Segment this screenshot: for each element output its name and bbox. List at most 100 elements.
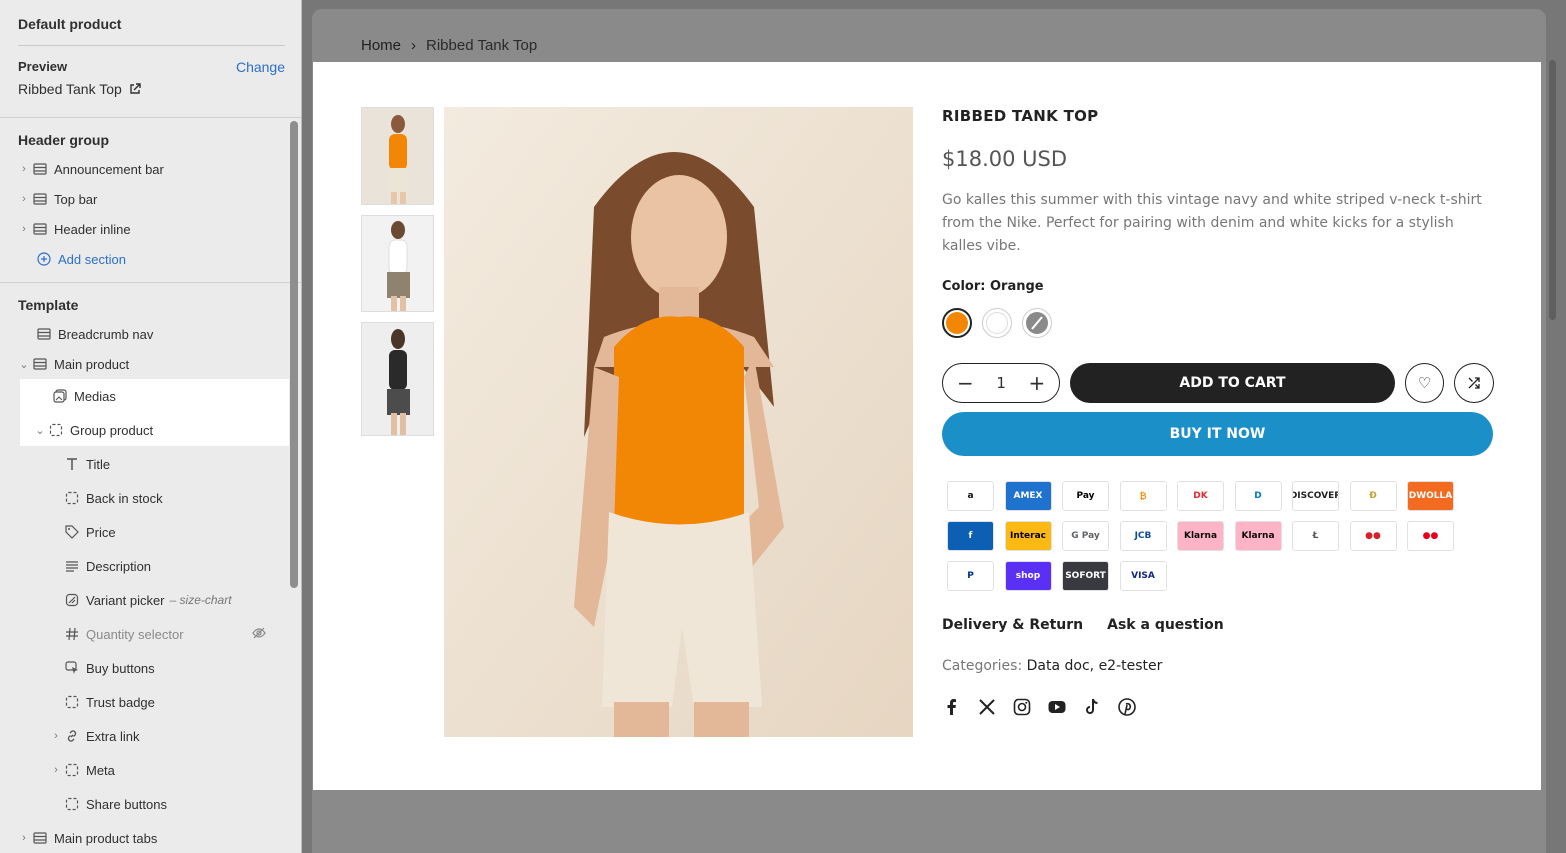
wishlist-button[interactable]: ♡ — [1404, 363, 1445, 403]
paragraph-icon — [64, 559, 79, 574]
change-preview-link[interactable]: Change — [236, 59, 285, 75]
block-group-product[interactable]: ⌄ Group product — [0, 415, 290, 445]
breadcrumb: Home › Ribbed Tank Top — [361, 37, 537, 54]
block-title[interactable]: Title — [0, 449, 290, 479]
block-medias[interactable]: Medias — [0, 381, 290, 411]
section-breadcrumb-nav[interactable]: Breadcrumb nav — [0, 319, 290, 349]
product-thumbnail[interactable] — [361, 215, 434, 312]
buy-row: − 1 + ADD TO CART ♡ — [942, 363, 1494, 403]
product-thumbnail[interactable] — [361, 322, 434, 436]
unavailable-slash-icon — [1031, 316, 1043, 330]
chevron-down-icon[interactable]: ⌄ — [32, 424, 48, 437]
facebook-icon[interactable] — [942, 697, 961, 716]
breadcrumb-home[interactable]: Home — [361, 37, 401, 54]
payment-icon: shop — [1004, 561, 1052, 591]
section-main-product-tabs[interactable]: › Main product tabs — [0, 823, 290, 853]
youtube-icon[interactable] — [1047, 697, 1066, 716]
divider — [0, 117, 301, 118]
ask-question-link[interactable]: Ask a question — [1107, 617, 1224, 633]
plus-circle-icon — [36, 252, 51, 267]
block-price[interactable]: Price — [0, 517, 290, 547]
section-icon — [36, 327, 51, 342]
payment-icon: DISCOVER — [1292, 481, 1339, 511]
block-meta[interactable]: › Meta — [0, 755, 290, 785]
block-label: Trust badge — [86, 694, 155, 710]
chevron-right-icon[interactable]: › — [16, 223, 32, 235]
block-icon — [48, 423, 63, 438]
block-variant-picker[interactable]: Variant picker – size-chart — [0, 585, 290, 615]
preview-scrollbar[interactable] — [1549, 60, 1556, 320]
quantity-value[interactable]: 1 — [996, 374, 1006, 392]
thumbnail-white-image — [362, 216, 433, 311]
tiktok-icon[interactable] — [1082, 697, 1101, 716]
section-top-bar[interactable]: › Top bar — [0, 184, 290, 214]
divider — [18, 45, 285, 46]
text-icon — [64, 457, 79, 472]
minus-icon[interactable]: − — [957, 371, 974, 395]
payment-icon: ●● — [1349, 521, 1397, 551]
payment-icon: ●● — [1407, 521, 1454, 551]
block-trust-badge[interactable]: Trust badge — [0, 687, 290, 717]
product-price: $18.00 USD — [942, 147, 1068, 171]
shuffle-icon — [1468, 377, 1480, 389]
product-thumbnail[interactable] — [361, 107, 434, 205]
delivery-return-link[interactable]: Delivery & Return — [942, 617, 1083, 633]
section-header-inline[interactable]: › Header inline — [0, 214, 290, 244]
payment-icon: Klarna — [1177, 521, 1224, 551]
chevron-right-icon[interactable]: › — [48, 730, 64, 742]
payment-icon: Ð — [1349, 481, 1397, 511]
eye-off-icon[interactable] — [252, 626, 266, 643]
block-description[interactable]: Description — [0, 551, 290, 581]
x-icon[interactable] — [977, 697, 996, 716]
product-main-image[interactable] — [444, 107, 913, 737]
section-announcement-bar[interactable]: › Announcement bar — [0, 154, 290, 184]
block-back-in-stock[interactable]: Back in stock — [0, 483, 290, 513]
block-label: Group product — [70, 422, 154, 438]
quantity-stepper: − 1 + — [942, 363, 1061, 403]
payment-icon: Interac — [1004, 521, 1052, 551]
instagram-icon[interactable] — [1012, 697, 1031, 716]
sidebar-scrollbar[interactable] — [290, 121, 298, 588]
block-icon — [64, 763, 79, 778]
add-section-label: Add section — [58, 251, 126, 267]
section-label: Header inline — [54, 221, 131, 237]
buy-it-now-button[interactable]: BUY IT NOW — [942, 412, 1493, 456]
payment-icon: JCB — [1119, 521, 1167, 551]
block-label: Variant picker — [86, 592, 165, 608]
payment-icon: f — [947, 521, 994, 551]
chevron-right-icon[interactable]: › — [16, 193, 32, 205]
payment-icon: Klarna — [1234, 521, 1282, 551]
block-extra-link[interactable]: › Extra link — [0, 721, 290, 751]
swatch-orange[interactable] — [942, 308, 972, 338]
section-icon — [32, 357, 47, 372]
section-icon — [32, 162, 47, 177]
block-buy-buttons[interactable]: Buy buttons — [0, 653, 290, 683]
chevron-down-icon[interactable]: ⌄ — [16, 358, 32, 371]
section-icon — [32, 222, 47, 237]
compare-button[interactable] — [1454, 363, 1494, 403]
swatch-white[interactable] — [982, 308, 1012, 338]
add-to-cart-button[interactable]: ADD TO CART — [1070, 363, 1395, 403]
preview-label: Preview — [18, 59, 68, 74]
section-main-product[interactable]: ⌄ Main product — [0, 349, 290, 379]
preview-product[interactable]: Ribbed Tank Top — [18, 81, 141, 97]
block-label: Extra link — [86, 728, 140, 744]
block-share-buttons[interactable]: Share buttons — [0, 789, 290, 819]
block-icon — [64, 797, 79, 812]
chevron-right-icon[interactable]: › — [48, 764, 64, 776]
block-label: Quantity selector — [86, 626, 184, 642]
thumbnail-orange-image — [362, 108, 433, 204]
block-quantity-selector[interactable]: Quantity selector — [0, 619, 290, 649]
add-section-button[interactable]: Add section — [0, 244, 290, 274]
pinterest-icon[interactable] — [1117, 697, 1136, 716]
block-icon — [64, 695, 79, 710]
block-label: Share buttons — [86, 796, 167, 812]
editor-sidebar: Default product Preview Change Ribbed Ta… — [0, 0, 302, 853]
payment-icon: SOFORT — [1062, 561, 1109, 591]
swatch-grey[interactable] — [1022, 308, 1052, 338]
quick-view-modal: RIBBED TANK TOP $18.00 USD Go kalles thi… — [313, 62, 1541, 790]
chevron-right-icon[interactable]: › — [16, 163, 32, 175]
chevron-right-icon[interactable]: › — [16, 832, 32, 844]
plus-icon[interactable]: + — [1029, 371, 1046, 395]
categories-links[interactable]: Data doc, e2-tester — [1027, 658, 1163, 674]
